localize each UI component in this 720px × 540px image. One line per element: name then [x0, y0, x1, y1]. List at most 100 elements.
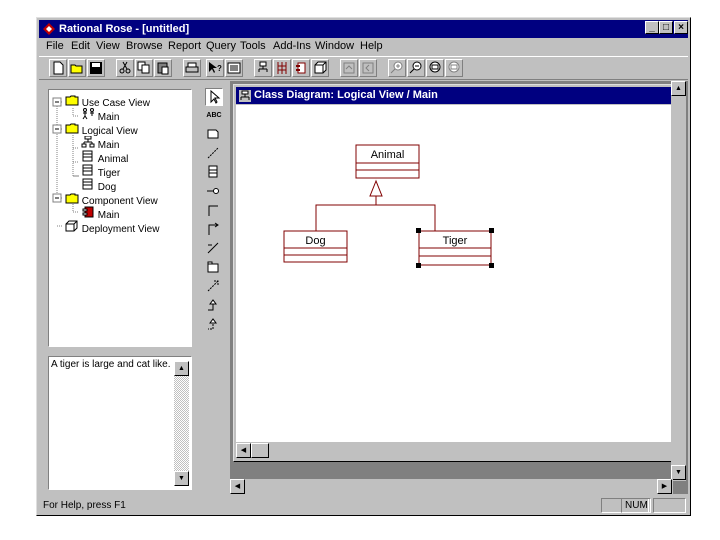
diagram-horizontal-scrollbar[interactable]: ◀ — [236, 442, 677, 459]
folder-icon — [65, 123, 79, 134]
class-tool[interactable] — [205, 164, 223, 182]
anchor-note-tool[interactable] — [205, 145, 223, 163]
copy-button[interactable] — [135, 59, 153, 77]
menu-help[interactable]: Help — [360, 40, 383, 52]
class-tiger[interactable]: Tiger — [416, 228, 494, 268]
documentation-window[interactable]: A tiger is large and cat like. ▲ ▼ — [48, 356, 192, 490]
mdi-vertical-scrollbar[interactable]: ▲ ▼ — [671, 81, 686, 481]
documentation-scrollbar[interactable]: ▲ ▼ — [174, 361, 189, 486]
directed-association-icon — [208, 222, 219, 235]
realize-tool[interactable] — [205, 316, 223, 334]
tree-item-tiger[interactable]: Tiger — [81, 164, 120, 179]
menu-tools[interactable]: Tools — [240, 40, 266, 52]
title-bar[interactable]: Rational Rose - [untitled] — [39, 20, 688, 38]
tree-item-deployment-view[interactable]: Deployment View — [65, 220, 159, 235]
undo-fit-in-window-button[interactable] — [445, 59, 463, 77]
generalization-relationship[interactable] — [315, 196, 436, 231]
selection-handle[interactable] — [489, 263, 494, 268]
class-icon — [82, 164, 93, 176]
context-help-button[interactable]: ? — [206, 59, 224, 77]
menu-file[interactable]: File — [46, 40, 64, 52]
maximize-button[interactable]: □ — [659, 21, 673, 34]
text-tool[interactable]: ABC — [205, 107, 223, 125]
generalization-arrow-icon — [208, 299, 217, 311]
mdi-scroll-left-button[interactable]: ◀ — [230, 479, 245, 494]
tree-item-component-view[interactable]: Component View — [65, 192, 158, 207]
browse-interaction-diagram-button[interactable] — [273, 59, 291, 77]
tree-item-logical-main[interactable]: Main — [81, 135, 119, 151]
scroll-down-button[interactable]: ▼ — [174, 471, 189, 486]
minimize-button[interactable]: _ — [645, 21, 659, 34]
diagram-toolbox: ABC — [203, 86, 227, 340]
selection-tool[interactable] — [205, 88, 223, 106]
class-name: Animal — [371, 149, 405, 161]
close-button[interactable]: × — [674, 21, 688, 34]
node-icon — [314, 61, 327, 74]
browse-deployment-diagram-button[interactable] — [311, 59, 329, 77]
menu-query[interactable]: Query — [206, 40, 236, 52]
mdi-horizontal-scrollbar[interactable]: ◀ ▶ — [230, 479, 673, 494]
diagram-canvas[interactable]: Animal Dog Tiger — [236, 105, 677, 442]
note-tool[interactable] — [205, 126, 223, 144]
tree-item-dog[interactable]: Dog — [81, 178, 116, 193]
menu-view[interactable]: View — [96, 40, 120, 52]
selection-handle[interactable] — [416, 228, 421, 233]
save-button[interactable] — [87, 59, 105, 77]
zoom-in-button[interactable] — [388, 59, 406, 77]
tree-item-component-main[interactable]: Main — [81, 206, 119, 221]
class-diagram-window[interactable]: Class Diagram: Logical View / Main Anima… — [233, 84, 680, 462]
scissors-icon — [119, 61, 131, 74]
folder-icon — [65, 193, 79, 204]
tree-item-use-case-view[interactable]: Use Case View — [65, 94, 150, 109]
menu-window[interactable]: Window — [315, 40, 354, 52]
tree-item-logical-view[interactable]: Logical View — [65, 122, 138, 137]
cut-button[interactable] — [116, 59, 134, 77]
selection-handle[interactable] — [416, 263, 421, 268]
browse-documentation-button[interactable] — [225, 59, 243, 77]
aggregation-tool[interactable] — [205, 240, 223, 258]
menu-report[interactable]: Report — [168, 40, 201, 52]
zoom-out-button[interactable] — [407, 59, 425, 77]
paste-button[interactable] — [154, 59, 172, 77]
package-tool[interactable] — [205, 259, 223, 277]
fit-in-window-button[interactable] — [426, 59, 444, 77]
class-animal[interactable]: Animal — [355, 144, 420, 179]
open-button[interactable] — [68, 59, 86, 77]
unidirectional-association-tool[interactable] — [205, 221, 223, 239]
node-icon — [65, 220, 78, 232]
status-num-indicator: NUM — [621, 498, 651, 513]
class-dog[interactable]: Dog — [283, 230, 348, 263]
mdi-scroll-down-button[interactable]: ▼ — [671, 465, 686, 480]
scroll-thumb[interactable] — [251, 443, 269, 458]
selection-handle[interactable] — [489, 228, 494, 233]
tree-item-animal[interactable]: Animal — [81, 150, 128, 165]
tree-item-use-case-main[interactable]: Main — [81, 108, 119, 123]
interface-tool[interactable] — [205, 183, 223, 201]
menu-edit[interactable]: Edit — [71, 40, 90, 52]
mdi-scroll-right-button[interactable]: ▶ — [657, 479, 672, 494]
browse-class-diagram-button[interactable] — [254, 59, 272, 77]
generalization-tool[interactable] — [205, 297, 223, 315]
menu-add-ins[interactable]: Add-Ins — [273, 40, 311, 52]
arrow-pointer-icon — [210, 89, 221, 104]
scroll-left-button[interactable]: ◀ — [236, 443, 251, 458]
diagram-title: Class Diagram: Logical View / Main — [254, 89, 438, 101]
copy-icon — [137, 61, 150, 74]
browse-parent-button[interactable] — [340, 59, 358, 77]
new-button[interactable] — [49, 59, 67, 77]
print-button[interactable] — [183, 59, 201, 77]
browse-component-diagram-button[interactable] — [292, 59, 310, 77]
mdi-scroll-up-button[interactable]: ▲ — [671, 81, 686, 96]
paste-icon — [157, 62, 169, 75]
dependency-tool[interactable] — [205, 278, 223, 296]
menu-browse[interactable]: Browse — [126, 40, 163, 52]
diagram-title-bar[interactable]: Class Diagram: Logical View / Main — [236, 87, 677, 104]
class-name: Tiger — [443, 235, 468, 247]
printer-icon — [185, 62, 199, 73]
floppy-disk-icon — [90, 62, 102, 74]
association-tool[interactable] — [205, 202, 223, 220]
class-diagram-icon — [239, 90, 251, 102]
class-name: Dog — [305, 235, 325, 247]
scroll-up-button[interactable]: ▲ — [174, 361, 189, 376]
browse-previous-diagram-button[interactable] — [359, 59, 377, 77]
